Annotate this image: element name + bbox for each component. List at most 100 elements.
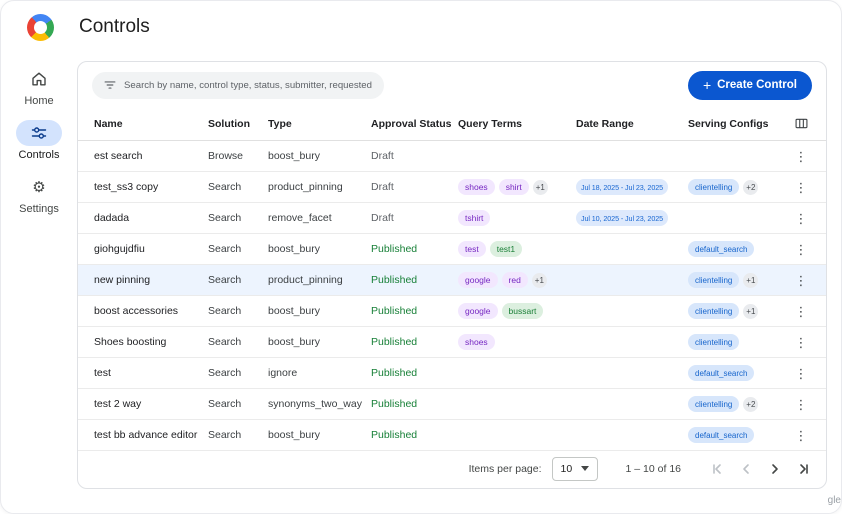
create-control-button[interactable]: + Create Control [688,71,812,100]
value-chip: clientelling [688,272,739,288]
sidebar-item-controls[interactable]: Controls [16,120,62,161]
search-input[interactable] [124,80,373,91]
pager [707,459,814,479]
row-name: new pinning [94,274,208,286]
row-type: boost_bury [268,243,371,255]
column-header-date-range[interactable]: Date Range [576,118,688,130]
row-menu-button[interactable]: ⋮ [791,363,811,383]
value-chip: google [458,303,498,319]
tune-icon [16,120,62,146]
row-menu-button[interactable]: ⋮ [791,177,811,197]
row-approval-status: Draft [371,181,458,193]
row-solution: Search [208,305,268,317]
row-menu-button[interactable]: ⋮ [791,301,811,321]
row-type: product_pinning [268,274,371,286]
row-name: Shoes boosting [94,336,208,348]
row-menu-button[interactable]: ⋮ [791,239,811,259]
table-row[interactable]: test bb advance editor Search boost_bury… [78,420,826,451]
row-query-terms: testtest1 [458,241,576,257]
row-menu-button[interactable]: ⋮ [791,270,811,290]
row-solution: Browse [208,150,268,162]
home-icon [16,66,62,92]
count-chip: +1 [743,273,758,288]
value-chip: red [502,272,528,288]
row-approval-status: Published [371,398,458,410]
value-chip: shirt [499,179,529,195]
row-name: test 2 way [94,398,208,410]
row-type: boost_bury [268,305,371,317]
row-name: est search [94,150,208,162]
pagination-bar: Items per page: 10 1 – 10 of 16 [78,449,826,488]
row-name: boost accessories [94,305,208,317]
table-row[interactable]: test_ss3 copy Search product_pinning Dra… [78,172,826,203]
items-per-page-select[interactable]: 10 [552,457,598,481]
column-header-serving-configs[interactable]: Serving Configs [688,118,788,130]
table-row[interactable]: test 2 way Search synonyms_two_way Publi… [78,389,826,420]
row-menu-button[interactable]: ⋮ [791,332,811,352]
table-row[interactable]: giohgujdfiu Search boost_bury Published … [78,234,826,265]
table-row[interactable]: est search Browse boost_bury Draft ⋮ [78,141,826,172]
row-approval-status: Published [371,274,458,286]
table-body: est search Browse boost_bury Draft ⋮ tes… [78,141,826,451]
count-chip: +1 [743,304,758,319]
row-approval-status: Published [371,305,458,317]
column-picker-button[interactable] [791,114,811,134]
pagination-range: 1 – 10 of 16 [626,463,681,475]
first-page-button[interactable] [707,459,727,479]
count-chip: +1 [533,180,548,195]
dropdown-caret-icon [581,466,589,471]
table-row[interactable]: dadada Search remove_facet Draft tshirt … [78,203,826,234]
row-solution: Search [208,243,268,255]
sidebar-item-label: Controls [19,149,60,161]
value-chip: tshirt [458,210,490,226]
row-menu-button[interactable]: ⋮ [791,208,811,228]
row-menu-button[interactable]: ⋮ [791,146,811,166]
column-header-query-terms[interactable]: Query Terms [458,118,576,130]
sidebar-item-settings[interactable]: ⚙ Settings [16,174,62,215]
column-header-solution[interactable]: Solution [208,118,268,130]
items-per-page-value: 10 [561,463,573,475]
row-menu-button[interactable]: ⋮ [791,425,811,445]
row-approval-status: Published [371,336,458,348]
row-serving-configs: clientelling +1 [688,303,788,319]
row-date-range: Jul 18, 2025 - Jul 23, 2025 [576,179,688,195]
row-solution: Search [208,367,268,379]
value-chip: bussart [502,303,544,319]
table-row[interactable]: Shoes boosting Search boost_bury Publish… [78,327,826,358]
value-chip: default_search [688,427,754,443]
table-row[interactable]: boost accessories Search boost_bury Publ… [78,296,826,327]
row-type: boost_bury [268,336,371,348]
next-page-button[interactable] [765,459,785,479]
row-type: boost_bury [268,150,371,162]
row-solution: Search [208,398,268,410]
row-serving-configs: default_search [688,427,788,443]
row-menu-button[interactable]: ⋮ [791,394,811,414]
search-bar[interactable] [92,72,384,99]
row-name: test [94,367,208,379]
row-approval-status: Published [371,429,458,441]
row-query-terms: googlebussart [458,303,576,319]
previous-page-button[interactable] [736,459,756,479]
last-page-button[interactable] [794,459,814,479]
value-chip: shoes [458,179,495,195]
app-logo-icon [27,14,54,41]
table-row[interactable]: new pinning Search product_pinning Publi… [78,265,826,296]
row-query-terms: tshirt [458,210,576,226]
plus-icon: + [703,78,711,92]
row-type: product_pinning [268,181,371,193]
row-serving-configs: clientelling +1 [688,272,788,288]
value-chip: clientelling [688,303,739,319]
row-name: dadada [94,212,208,224]
app-window: Controls Home Controls ⚙ Settings [0,0,842,514]
table-row[interactable]: test Search ignore Published default_sea… [78,358,826,389]
sidebar-item-home[interactable]: Home [16,66,62,107]
table-header: Name Solution Type Approval Status Query… [78,107,826,141]
column-header-name[interactable]: Name [94,118,208,130]
value-chip: default_search [688,241,754,257]
row-name: giohgujdfiu [94,243,208,255]
column-header-approval-status[interactable]: Approval Status [371,118,458,130]
column-header-type[interactable]: Type [268,118,371,130]
count-chip: +2 [743,180,758,195]
row-approval-status: Draft [371,212,458,224]
count-chip: +1 [532,273,547,288]
